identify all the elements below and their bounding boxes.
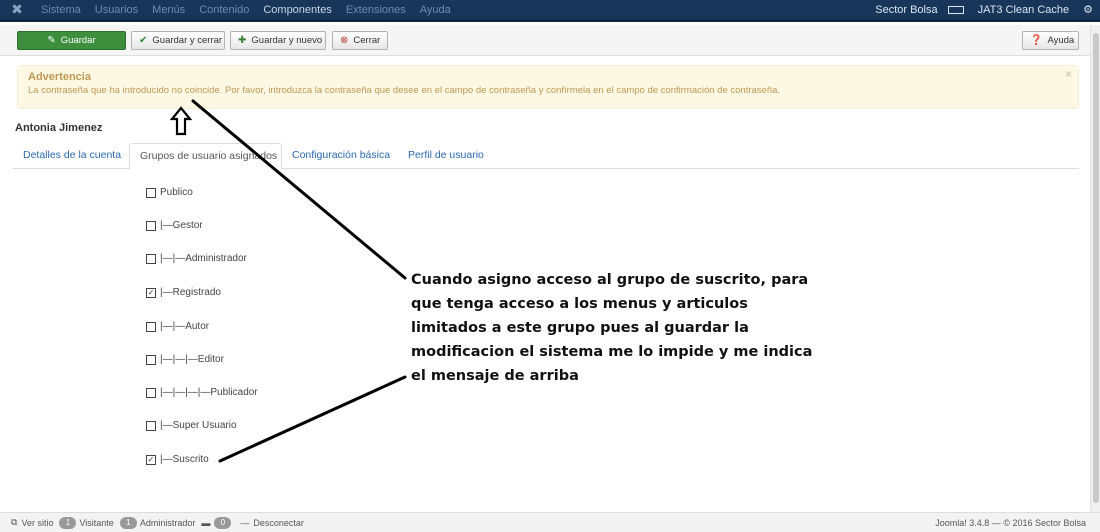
help-label: Ayuda bbox=[1047, 35, 1075, 46]
cache-link[interactable]: JAT3 Clean Cache bbox=[971, 4, 1077, 16]
group-checkbox[interactable] bbox=[146, 220, 156, 231]
logout-label: Desconectar bbox=[253, 517, 304, 528]
external-link-icon: ⧉ bbox=[11, 517, 18, 527]
menu-menus[interactable]: Menús bbox=[145, 4, 192, 16]
group-item: ✓ |—Registrado bbox=[146, 287, 221, 298]
group-item: |—|—Autor bbox=[146, 321, 209, 332]
joomla-logo-icon[interactable]: ✖ bbox=[0, 1, 34, 18]
view-site-label: Ver sitio bbox=[21, 517, 54, 528]
group-label: |—Registrado bbox=[160, 287, 221, 298]
close-label: Cerrar bbox=[353, 35, 381, 46]
tab-user-profile[interactable]: Perfil de usuario bbox=[398, 143, 494, 169]
tab-account-details[interactable]: Detalles de la cuenta bbox=[13, 143, 131, 169]
group-item: ✓ |—Suscrito bbox=[146, 454, 209, 465]
group-item: |—|—|—Editor bbox=[146, 354, 224, 365]
save-close-button[interactable]: ✔ Guardar y cerrar bbox=[131, 31, 225, 50]
save-button[interactable]: ✎ Guardar bbox=[17, 31, 126, 50]
menu-usuarios[interactable]: Usuarios bbox=[88, 4, 145, 16]
view-site-link[interactable]: ⧉ Ver sitio bbox=[11, 517, 53, 528]
status-bar: ⧉ Ver sitio 1 Visitante 1 Administrador ▬ 0 … bbox=[0, 512, 1100, 532]
visitors-label: Visitante bbox=[79, 517, 114, 528]
menu-sistema[interactable]: Sistema bbox=[34, 4, 88, 16]
site-name: Sector Bolsa bbox=[875, 3, 938, 16]
close-button[interactable]: ⊗ Cerrar bbox=[332, 31, 388, 50]
user-name: Antonia Jimenez bbox=[15, 122, 103, 134]
group-item: |—Super Usuario bbox=[146, 420, 237, 431]
group-label: |—Gestor bbox=[160, 220, 203, 231]
group-checkbox[interactable] bbox=[146, 420, 156, 431]
version-text: Joomla! 3.4.8 — © 2016 Sector Bolsa bbox=[935, 517, 1086, 528]
logout-link[interactable]: — Desconectar bbox=[240, 518, 304, 528]
group-item: Publico bbox=[146, 187, 193, 198]
group-item: |—|—|—|—Publicador bbox=[146, 387, 258, 398]
envelope-icon: ▬ bbox=[201, 517, 211, 528]
group-checkbox[interactable] bbox=[146, 354, 156, 365]
admins-label: Administrador bbox=[139, 517, 196, 528]
save-icon: ✎ bbox=[47, 35, 56, 46]
navbar-right: Sector Bolsa JAT3 Clean Cache ⚙ bbox=[861, 3, 1100, 17]
question-icon: ❓ bbox=[1030, 35, 1043, 46]
group-label: |—|—Administrador bbox=[160, 253, 247, 264]
help-button[interactable]: ❓ Ayuda bbox=[1022, 31, 1079, 50]
save-new-button[interactable]: ✚ Guardar y nuevo bbox=[230, 31, 326, 50]
group-checkbox[interactable] bbox=[146, 387, 156, 398]
check-icon: ✔ bbox=[139, 35, 148, 46]
toolbar: ✎ Guardar ✔ Guardar y cerrar ✚ Guardar y nu… bbox=[0, 25, 1100, 56]
group-checkbox[interactable]: ✓ bbox=[146, 287, 156, 298]
main-menu: Sistema Usuarios Menús Contenido Compone… bbox=[34, 4, 458, 16]
gear-icon[interactable]: ⚙ bbox=[1076, 3, 1100, 16]
minus-icon: — bbox=[240, 517, 250, 528]
menu-extensiones[interactable]: Extensiones bbox=[339, 4, 413, 16]
group-label: |—Suscrito bbox=[160, 454, 209, 465]
cancel-icon: ⊗ bbox=[340, 35, 349, 46]
group-checkbox[interactable]: ✓ bbox=[146, 454, 156, 465]
tab-bar: Detalles de la cuenta Grupos de usuario … bbox=[13, 143, 1079, 170]
up-arrow-icon bbox=[170, 106, 192, 136]
tab-basic-settings[interactable]: Configuración básica bbox=[282, 143, 400, 169]
messages-counter[interactable]: ▬ 0 bbox=[201, 516, 234, 529]
annotation-line-top bbox=[191, 99, 407, 280]
group-checkbox[interactable] bbox=[146, 321, 156, 332]
menu-componentes[interactable]: Componentes bbox=[256, 4, 339, 16]
page-scrollbar[interactable] bbox=[1090, 25, 1100, 512]
visitors-counter: 1 Visitante bbox=[59, 516, 114, 529]
annotation-text: Cuando asigno acceso al grupo de suscrit… bbox=[411, 272, 813, 384]
group-checkbox[interactable] bbox=[146, 253, 156, 264]
save-new-label: Guardar y nuevo bbox=[251, 35, 323, 46]
site-link[interactable]: Sector Bolsa bbox=[861, 4, 970, 16]
save-close-label: Guardar y cerrar bbox=[152, 35, 223, 46]
admins-counter: 1 Administrador bbox=[119, 516, 196, 529]
save-label: Guardar bbox=[60, 35, 96, 46]
admins-badge: 1 bbox=[119, 516, 137, 529]
group-label: |—Super Usuario bbox=[160, 420, 237, 431]
warning-alert: Advertencia La contraseña que ha introdu… bbox=[17, 65, 1079, 109]
menu-ayuda[interactable]: Ayuda bbox=[413, 4, 458, 16]
group-item: |—|—Administrador bbox=[146, 253, 247, 264]
messages-badge: 0 bbox=[214, 516, 232, 529]
external-link-icon bbox=[947, 5, 964, 14]
scrollbar-thumb[interactable] bbox=[1093, 33, 1099, 503]
group-label: |—|—|—|—Publicador bbox=[160, 387, 258, 398]
group-label: |—|—|—Editor bbox=[160, 354, 224, 365]
plus-icon: ✚ bbox=[238, 35, 247, 46]
group-item: |—Gestor bbox=[146, 220, 203, 231]
menu-contenido[interactable]: Contenido bbox=[192, 4, 256, 16]
tab-assigned-groups[interactable]: Grupos de usuario asignados bbox=[129, 143, 282, 170]
alert-message: La contraseña que ha introducido no coin… bbox=[28, 85, 781, 96]
group-label: Publico bbox=[160, 187, 193, 198]
group-checkbox[interactable] bbox=[146, 187, 156, 198]
alert-heading: Advertencia bbox=[28, 71, 91, 83]
group-label: |—|—Autor bbox=[160, 321, 210, 332]
close-icon[interactable]: × bbox=[1065, 67, 1072, 81]
visitors-badge: 1 bbox=[59, 516, 77, 529]
top-navbar: ✖ Sistema Usuarios Menús Contenido Compo… bbox=[0, 0, 1100, 22]
